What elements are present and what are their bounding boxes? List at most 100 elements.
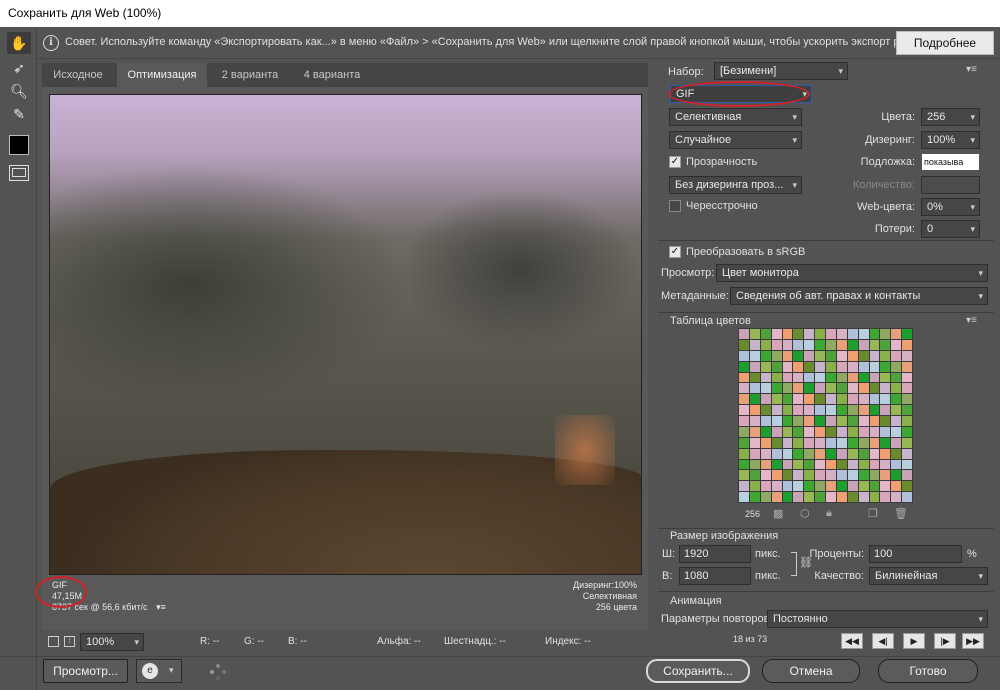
color-swatch[interactable] bbox=[880, 405, 891, 415]
color-swatch[interactable] bbox=[836, 416, 847, 426]
color-swatch[interactable] bbox=[760, 437, 771, 448]
color-swatch[interactable] bbox=[793, 361, 804, 372]
color-swatch[interactable] bbox=[771, 437, 782, 448]
color-swatch[interactable] bbox=[836, 339, 847, 350]
color-swatch-icon[interactable] bbox=[9, 135, 29, 155]
color-swatch[interactable] bbox=[880, 481, 891, 492]
color-swatch[interactable] bbox=[793, 405, 804, 415]
color-swatch[interactable] bbox=[760, 329, 771, 339]
color-swatch[interactable] bbox=[836, 350, 847, 361]
color-swatch[interactable] bbox=[902, 405, 912, 415]
color-swatch[interactable] bbox=[739, 459, 749, 470]
color-swatch[interactable] bbox=[858, 437, 869, 448]
tab-2up[interactable]: 2 варианта bbox=[210, 63, 290, 87]
color-swatch[interactable] bbox=[804, 416, 815, 426]
color-swatch[interactable] bbox=[902, 492, 912, 502]
zoom-out-icon[interactable] bbox=[48, 636, 59, 647]
color-swatch[interactable] bbox=[869, 416, 880, 426]
color-swatch[interactable] bbox=[880, 350, 891, 361]
color-swatch[interactable] bbox=[771, 361, 782, 372]
zoom-in-icon[interactable]: ⁞ bbox=[64, 636, 75, 647]
color-swatch[interactable] bbox=[804, 405, 815, 415]
color-swatch[interactable] bbox=[826, 437, 836, 448]
menu-arrow-icon[interactable]: ▾≡ bbox=[156, 602, 166, 612]
next-frame-button[interactable]: |▶ bbox=[934, 633, 956, 649]
color-swatch[interactable] bbox=[793, 394, 804, 405]
color-swatch[interactable] bbox=[749, 394, 760, 405]
color-swatch[interactable] bbox=[891, 426, 902, 437]
color-swatch[interactable] bbox=[836, 361, 847, 372]
color-swatch[interactable] bbox=[771, 405, 782, 415]
color-swatch[interactable] bbox=[804, 339, 815, 350]
browser-preview-select[interactable]: e ▾ bbox=[136, 659, 182, 683]
save-button[interactable]: Сохранить... bbox=[646, 659, 750, 683]
color-swatch[interactable] bbox=[749, 426, 760, 437]
color-swatch[interactable] bbox=[891, 405, 902, 415]
color-swatch[interactable] bbox=[793, 350, 804, 361]
color-swatch[interactable] bbox=[902, 459, 912, 470]
color-swatch[interactable] bbox=[880, 339, 891, 350]
color-swatch[interactable] bbox=[739, 448, 749, 459]
color-swatch[interactable] bbox=[858, 372, 869, 383]
color-swatch[interactable] bbox=[804, 394, 815, 405]
color-swatch[interactable] bbox=[869, 426, 880, 437]
color-swatch[interactable] bbox=[815, 459, 825, 470]
color-swatch[interactable] bbox=[804, 470, 815, 481]
color-swatch[interactable] bbox=[771, 470, 782, 481]
color-swatch[interactable] bbox=[749, 339, 760, 350]
reduction-select[interactable]: Селективная ▾ bbox=[669, 108, 802, 126]
zoom-icon[interactable]: 🔍︎ bbox=[7, 80, 31, 102]
color-swatch[interactable] bbox=[902, 329, 912, 339]
cancel-button[interactable]: Отмена bbox=[762, 659, 860, 683]
color-swatch[interactable] bbox=[902, 416, 912, 426]
panel-menu-icon[interactable]: ▾≡ bbox=[966, 64, 977, 75]
color-swatch[interactable] bbox=[739, 361, 749, 372]
color-swatch[interactable] bbox=[880, 470, 891, 481]
color-swatch[interactable] bbox=[902, 448, 912, 459]
matte-select[interactable]: показыва bbox=[921, 153, 980, 171]
color-swatch[interactable] bbox=[858, 339, 869, 350]
color-swatch[interactable] bbox=[826, 405, 836, 415]
color-swatch[interactable] bbox=[847, 383, 858, 394]
color-swatch[interactable] bbox=[760, 448, 771, 459]
color-swatch[interactable] bbox=[826, 372, 836, 383]
color-swatch[interactable] bbox=[836, 372, 847, 383]
color-swatch[interactable] bbox=[880, 361, 891, 372]
color-swatch[interactable] bbox=[760, 350, 771, 361]
websnap-select[interactable]: 0% ▾ bbox=[921, 198, 980, 216]
color-swatch[interactable] bbox=[891, 329, 902, 339]
color-swatch[interactable] bbox=[782, 405, 793, 415]
color-swatch[interactable] bbox=[902, 372, 912, 383]
web-shift-icon[interactable]: ▩ bbox=[773, 507, 783, 520]
color-swatch[interactable] bbox=[869, 448, 880, 459]
color-swatch[interactable] bbox=[739, 481, 749, 492]
dither-algorithm-select[interactable]: Случайное ▾ bbox=[669, 131, 802, 149]
color-swatch[interactable] bbox=[869, 383, 880, 394]
color-swatch[interactable] bbox=[739, 339, 749, 350]
dither-amount-select[interactable]: 100% ▾ bbox=[921, 131, 980, 149]
lossy-select[interactable]: 0 ▾ bbox=[921, 220, 980, 238]
color-swatch[interactable] bbox=[771, 339, 782, 350]
preview-mode-select[interactable]: Цвет монитора ▾ bbox=[716, 264, 988, 282]
color-swatch[interactable] bbox=[782, 459, 793, 470]
color-swatch[interactable] bbox=[760, 372, 771, 383]
color-swatch[interactable] bbox=[858, 481, 869, 492]
color-swatch[interactable] bbox=[869, 470, 880, 481]
lock-icon[interactable]: 🔒︎ bbox=[826, 507, 832, 520]
color-swatch[interactable] bbox=[847, 361, 858, 372]
color-swatch[interactable] bbox=[836, 492, 847, 502]
color-swatch[interactable] bbox=[880, 372, 891, 383]
color-swatch[interactable] bbox=[826, 426, 836, 437]
color-swatch[interactable] bbox=[760, 459, 771, 470]
eyedropper-icon[interactable]: ✎ bbox=[7, 103, 31, 125]
color-swatch[interactable] bbox=[749, 470, 760, 481]
color-swatch[interactable] bbox=[815, 481, 825, 492]
color-swatch[interactable] bbox=[858, 459, 869, 470]
color-swatch[interactable] bbox=[739, 329, 749, 339]
interlaced-checkbox[interactable] bbox=[669, 200, 681, 212]
color-swatch[interactable] bbox=[858, 416, 869, 426]
color-swatch[interactable] bbox=[760, 394, 771, 405]
color-swatch[interactable] bbox=[771, 426, 782, 437]
color-swatch[interactable] bbox=[836, 383, 847, 394]
width-input[interactable]: 1920 bbox=[679, 545, 751, 563]
